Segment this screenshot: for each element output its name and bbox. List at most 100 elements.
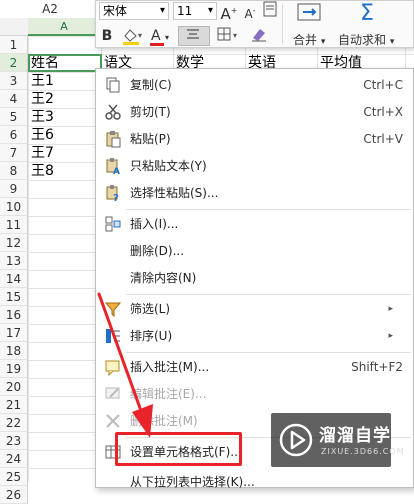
menu-item-copy[interactable]: 复制(C) Ctrl+C (96, 72, 414, 98)
name-box[interactable]: A2 (0, 0, 100, 18)
row-header[interactable]: 14 (0, 270, 28, 288)
row-header[interactable]: 8 (0, 162, 28, 180)
row-header[interactable]: 6 (0, 126, 28, 144)
row-header[interactable]: 1 (0, 36, 28, 54)
fill-color-button[interactable]: ▾ (120, 26, 144, 46)
menu-item-insert[interactable]: 插入(I)... (96, 211, 414, 237)
menu-label: 删除(D)... (130, 244, 185, 258)
watermark-url: ZIXUE.3D66.COM (321, 447, 405, 456)
autosum-button[interactable]: 自动求和 ▾ (338, 31, 394, 48)
clear-format-icon (263, 1, 277, 17)
row-header[interactable]: 24 (0, 450, 28, 468)
menu-item-paste[interactable]: 粘贴(P) Ctrl+V (96, 126, 414, 152)
cell-name[interactable]: 王1 (28, 72, 94, 90)
toolbar-divider (282, 4, 283, 44)
row-header[interactable]: 21 (0, 396, 28, 414)
menu-shortcut: Ctrl+X (363, 105, 403, 119)
shrink-font-button[interactable]: A- (241, 1, 259, 21)
eraser-icon (252, 29, 266, 42)
row-header[interactable]: 7 (0, 144, 28, 162)
paste-special-icon: ? (106, 185, 119, 202)
row-header[interactable]: 5 (0, 108, 28, 126)
format-brush-button[interactable] (262, 1, 278, 21)
row-header[interactable]: 19 (0, 360, 28, 378)
grow-font-button[interactable]: A+ (220, 1, 238, 23)
menu-label: 复制(C) (130, 78, 172, 92)
fill-color-icon: ▾ (123, 29, 142, 45)
row-header[interactable]: 20 (0, 378, 28, 396)
paste-icon (106, 131, 121, 148)
borders-button[interactable]: ▾ (214, 26, 244, 46)
shrink-font-icon: A (244, 7, 253, 21)
menu-label: 从下拉列表中选择(K)... (130, 475, 255, 489)
menu-label: 删除批注(M) (130, 414, 198, 428)
row-header[interactable]: 26 (0, 486, 28, 504)
grow-font-icon: A (220, 5, 231, 23)
cell-name[interactable]: 王6 (28, 126, 94, 144)
menu-label: 编辑批注(E)... (130, 387, 207, 401)
delete-comment-icon (106, 414, 120, 428)
menu-item-sort[interactable]: 排序(U) ▸ (96, 323, 414, 349)
menu-item-delete[interactable]: 删除(D)... (96, 238, 414, 264)
row-header[interactable]: 17 (0, 324, 28, 342)
merge-icon-button[interactable] (294, 1, 324, 27)
font-color-icon: A (150, 28, 161, 44)
menu-item-cut[interactable]: 剪切(T) Ctrl+X (96, 99, 414, 125)
menu-item-paste-special[interactable]: ? 选择性粘贴(S)... (96, 180, 414, 206)
column-header-a[interactable]: A (28, 18, 101, 36)
font-name-value: 宋体 (103, 4, 128, 18)
menu-label: 只粘贴文本(Y) (130, 159, 207, 173)
row-header[interactable]: 12 (0, 234, 28, 252)
menu-item-clear-contents[interactable]: 清除内容(N) (96, 265, 414, 291)
font-size-select[interactable]: 11 ▾ (173, 2, 217, 20)
menu-separator (126, 209, 411, 210)
svg-text:A: A (113, 167, 120, 175)
row-header[interactable]: 10 (0, 198, 28, 216)
menu-separator (126, 294, 411, 295)
bold-button[interactable]: B (99, 26, 115, 46)
row-header[interactable]: 18 (0, 342, 28, 360)
align-center-icon (187, 29, 199, 39)
submenu-arrow-icon: ▸ (388, 331, 393, 341)
menu-item-insert-comment[interactable]: 插入批注(M)... Shift+F2 (96, 354, 414, 380)
menu-item-paste-text[interactable]: A 只粘贴文本(Y) (96, 153, 414, 179)
row-header[interactable]: 4 (0, 90, 28, 108)
cell-name[interactable]: 王3 (28, 108, 94, 126)
row-header[interactable]: 11 (0, 216, 28, 234)
merge-button[interactable]: 合并 ▾ (293, 31, 325, 48)
play-logo-icon (279, 423, 313, 457)
borders-icon: ▾ (217, 27, 237, 41)
cell-name[interactable]: 王2 (28, 90, 94, 108)
row-header[interactable]: 2 (0, 54, 28, 72)
cell-header-name[interactable]: 姓名 (28, 54, 102, 72)
filter-icon (104, 302, 122, 318)
row-header[interactable]: 3 (0, 72, 28, 90)
menu-label: 插入(I)... (130, 217, 179, 231)
font-name-select[interactable]: 宋体 ▾ (99, 2, 169, 20)
watermark-text: 溜溜自学 (319, 426, 391, 446)
row-header[interactable]: 16 (0, 306, 28, 324)
menu-item-edit-comment[interactable]: 编辑批注(E)... (96, 381, 414, 407)
copy-icon (106, 77, 120, 93)
row-header[interactable]: 25 (0, 468, 28, 486)
font-color-button[interactable]: A ▾ (148, 26, 172, 46)
eraser-button[interactable] (248, 26, 270, 46)
sort-icon (106, 329, 120, 343)
menu-item-pick-from-list[interactable]: 从下拉列表中选择(K)... (96, 469, 414, 495)
row-header[interactable]: 13 (0, 252, 28, 270)
row-header[interactable]: 9 (0, 180, 28, 198)
menu-separator (126, 352, 411, 353)
cell-name[interactable]: 王7 (28, 144, 94, 162)
align-center-button[interactable] (178, 26, 210, 46)
chevron-down-icon: ▾ (207, 5, 213, 16)
row-header[interactable]: 23 (0, 432, 28, 450)
merge-label: 合并 (293, 33, 318, 47)
cell-name[interactable]: 王8 (28, 162, 94, 180)
row-header[interactable]: 15 (0, 288, 28, 306)
row-header[interactable]: 22 (0, 414, 28, 432)
menu-item-filter[interactable]: 筛选(L) ▸ (96, 296, 414, 322)
menu-shortcut: Ctrl+V (363, 132, 403, 146)
sum-icon[interactable]: Σ (354, 1, 380, 27)
chevron-down-icon: ▾ (389, 37, 395, 47)
menu-label: 粘贴(P) (130, 132, 171, 146)
